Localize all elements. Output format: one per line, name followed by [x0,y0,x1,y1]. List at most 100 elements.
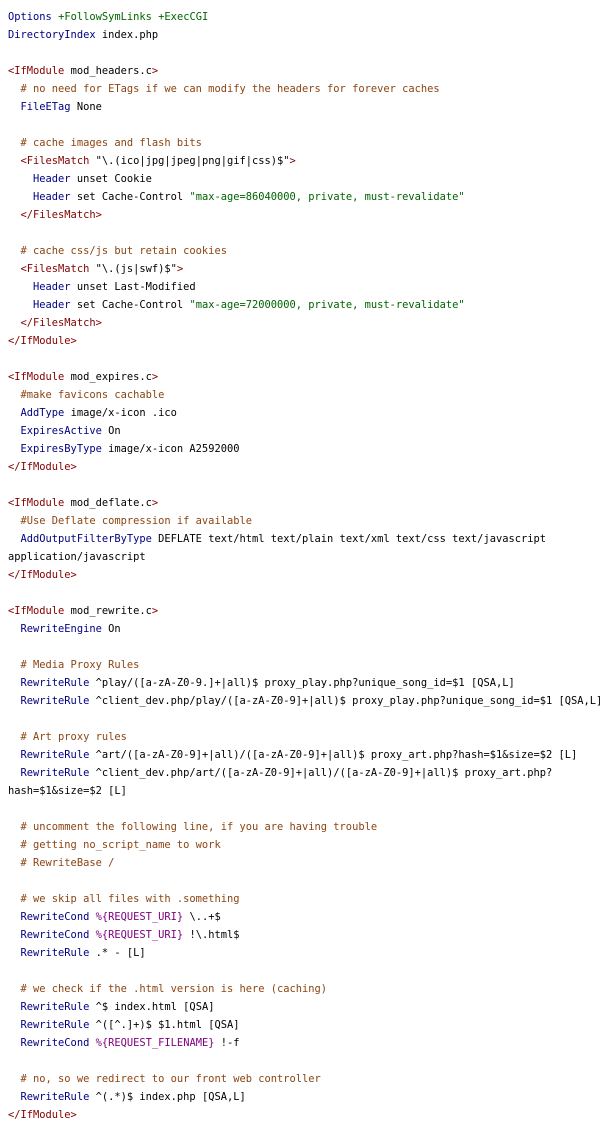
code-line: </IfModule> [8,458,600,476]
directive: AddOutputFilterByType [20,533,152,545]
directive: RewriteRule [20,947,90,959]
module-tag: <IfModule [8,371,65,383]
string-value: +ExecCGI [158,11,209,23]
module-tag: > [151,497,159,509]
code-text: set Cache-Control [70,191,190,203]
code-text: index.php [95,29,159,41]
code-line: RewriteCond %{REQUEST_URI} \..+$ [8,908,600,926]
module-tag: <IfModule [8,497,65,509]
directive: DirectoryIndex [8,29,96,41]
module-tag: > [289,155,296,167]
directive: RewriteRule [20,1091,90,1103]
directive: RewriteCond [20,911,90,923]
code-line: <IfModule mod_deflate.c> [8,494,600,512]
string-value: "max-age=86040000, private, must-revalid… [189,191,465,203]
code-line: # no, so we redirect to our front web co… [8,1070,600,1088]
code-line: # Media Proxy Rules [8,656,600,674]
code-line: </FilesMatch> [8,206,600,224]
code-line: RewriteRule ^([^.]+)$ $1.html [QSA] [8,1016,600,1034]
module-tag: <IfModule [8,65,65,77]
code-text: mod_deflate.c [64,497,152,509]
comment: # no, so we redirect to our front web co… [20,1073,321,1085]
code-line: RewriteRule ^$ index.html [QSA] [8,998,600,1016]
directive: RewriteRule [20,695,90,707]
code-line: RewriteRule ^(.*)$ index.php [QSA,L] [8,1088,600,1106]
code-text: On [101,623,121,635]
htaccess-code-block: Options +FollowSymLinks +ExecCGI Director… [0,0,600,1124]
code-line: RewriteRule ^art/([a-zA-Z0-9]+|all)/([a-… [8,746,600,764]
code-text: mod_expires.c [64,371,152,383]
code-text: hash=$1&size=$2 [L] [8,785,127,797]
comment: # Art proxy rules [20,731,127,743]
module-tag: > [151,65,159,77]
module-tag: </IfModule> [8,461,77,473]
code-text: ^client_dev.php/art/([a-zA-Z0-9]+|all)/(… [89,767,553,779]
code-line: <FilesMatch "\.(ico|jpg|jpeg|png|gif|css… [8,152,600,170]
code-text: On [101,425,121,437]
code-line: Header set Cache-Control "max-age=860400… [8,188,600,206]
directive: RewriteRule [20,767,90,779]
directive: Header [33,281,71,293]
code-line: Header unset Last-Modified [8,278,600,296]
code-text: unset Last-Modified [70,281,196,293]
code-line: <FilesMatch "\.(js|swf)$"> [8,260,600,278]
module-tag: </FilesMatch> [20,209,102,221]
directive: RewriteCond [20,1037,90,1049]
code-line: RewriteRule ^play/([a-zA-Z0-9.]+|all)$ p… [8,674,600,692]
directive: RewriteRule [20,749,90,761]
code-text: mod_rewrite.c [64,605,152,617]
code-line: AddType image/x-icon .ico [8,404,600,422]
code-line: #make favicons cachable [8,386,600,404]
directive: FileETag [20,101,71,113]
comment: #make favicons cachable [20,389,165,401]
module-tag: </IfModule> [8,569,77,581]
comment: # we check if the .html version is here … [20,983,328,995]
comment: # cache images and flash bits [20,137,202,149]
code-text: DEFLATE text/html text/plain text/xml te… [151,533,546,545]
code-line: RewriteEngine On [8,620,600,638]
comment: # Media Proxy Rules [20,659,140,671]
code-line: ExpiresActive On [8,422,600,440]
code-line: # getting no_script_name to work [8,836,600,854]
code-line: RewriteRule ^client_dev.php/art/([a-zA-Z… [8,764,600,782]
code-text: \..+$ [183,911,221,923]
code-text: application/javascript [8,551,146,563]
string-value: +FollowSymLinks [58,11,152,23]
code-text: ^$ index.html [QSA] [89,1001,215,1013]
directive: Header [33,191,71,203]
module-tag: </FilesMatch> [20,317,102,329]
directive: RewriteRule [20,1001,90,1013]
code-text: ^play/([a-zA-Z0-9.]+|all)$ proxy_play.ph… [89,677,515,689]
comment: # we skip all files with .something [20,893,240,905]
code-text: ^([^.]+)$ $1.html [QSA] [89,1019,240,1031]
